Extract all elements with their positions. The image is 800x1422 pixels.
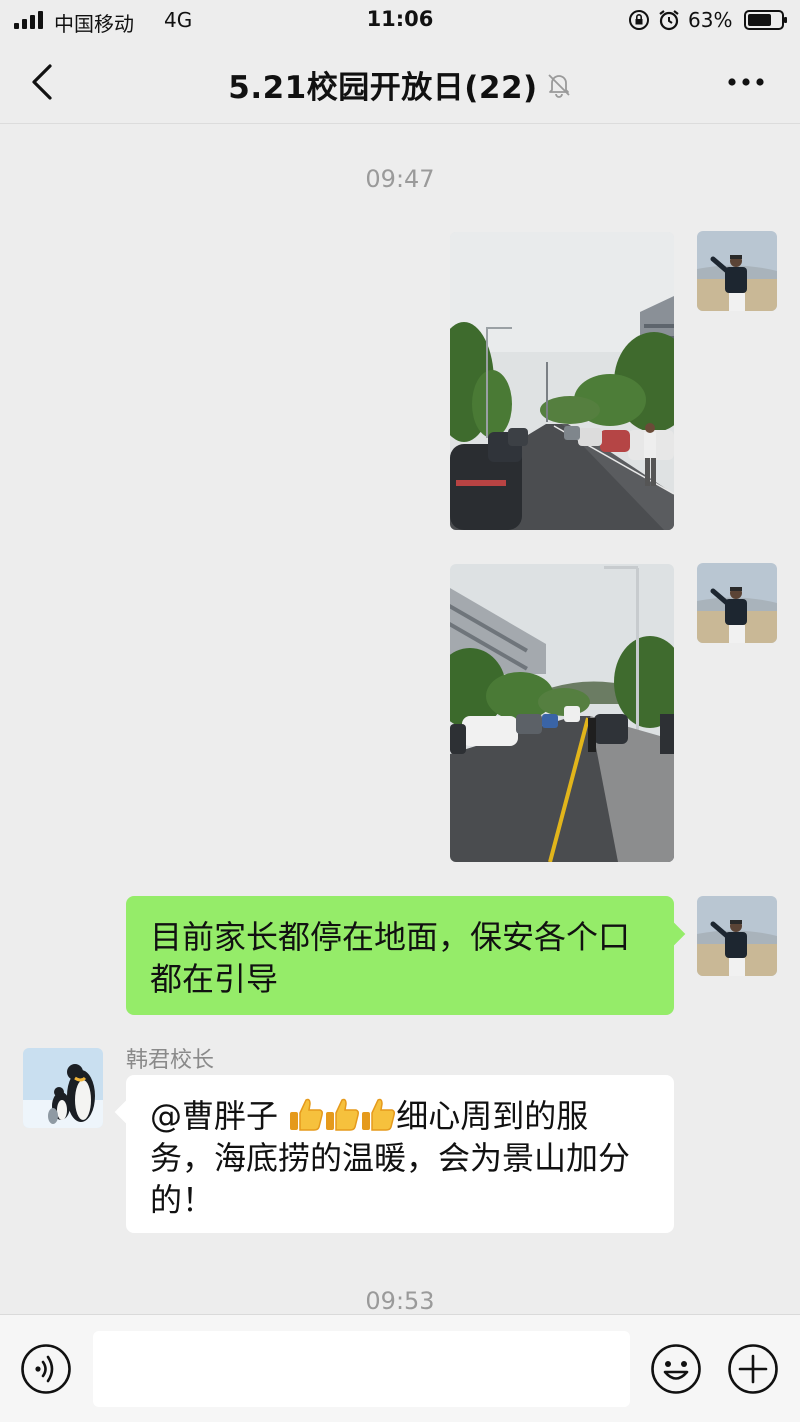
lock-rotation-icon [629,10,649,30]
input-bar [0,1314,800,1422]
avatar-man-on-beach-image [697,563,777,643]
avatar-penguins-image [23,1048,103,1128]
voice-icon[interactable] [20,1343,72,1395]
chat-title-wrap[interactable]: 5.21校园开放日(22) [0,62,800,107]
bell-muted-icon [548,73,570,98]
chat-title: 5.21校园开放日(22) [228,70,538,106]
sender-name: 韩君校长 [126,1048,215,1073]
status-time: 11:06 [366,7,434,31]
thumbs-up-icon [290,1098,324,1131]
mention[interactable]: @曹胖子 [150,1097,278,1135]
photo-message-road-1[interactable] [450,232,674,530]
battery-percent: 63% [688,8,733,32]
chat-header: 5.21校园开放日(22) [0,40,800,124]
avatar[interactable] [697,231,777,311]
street-photo-image [450,232,674,530]
message-text: 目前家长都停在地面，保安各个口都在引导 [150,918,631,998]
avatar[interactable] [697,563,777,643]
battery-icon [744,10,787,30]
status-bar: 中国移动 4G 11:06 63% [0,0,800,40]
message-input[interactable] [93,1331,630,1407]
self-text-bubble[interactable]: 目前家长都停在地面，保安各个口都在引导 [126,896,674,1015]
avatar-man-on-beach-image [697,231,777,311]
thumbs-up-icon [326,1098,360,1131]
plus-circle-icon[interactable] [727,1343,779,1395]
message-timestamp: 09:47 [365,165,435,193]
avatar-man-on-beach-image [697,896,777,976]
alarm-icon [659,10,679,31]
street-photo-image [450,564,674,862]
message-timestamp: 09:53 [365,1287,435,1315]
incoming-text-bubble[interactable]: @曹胖子 细心周到的服务，海底捞的温暖，会为景山加分的！ [126,1075,674,1233]
thumbs-up-group [288,1097,396,1135]
avatar[interactable] [697,896,777,976]
photo-message-road-2[interactable] [450,564,674,862]
more-dots-icon[interactable] [726,70,766,94]
emoji-face-icon[interactable] [650,1343,702,1395]
avatar[interactable] [23,1048,103,1128]
thumbs-up-icon [362,1098,396,1131]
